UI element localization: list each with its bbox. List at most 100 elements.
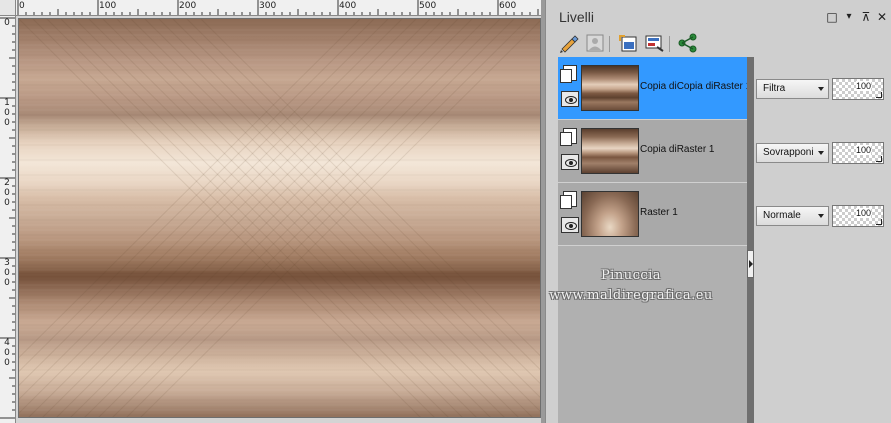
splitter-arrow-icon[interactable] — [747, 250, 754, 278]
toolbar-separator — [669, 36, 670, 52]
blend-mode-select[interactable]: Sovrapponi — [756, 143, 829, 163]
layer-name[interactable]: Raster 1 — [640, 207, 678, 218]
maximize-icon[interactable]: □ — [825, 10, 839, 24]
layer-thumbnail[interactable] — [581, 128, 639, 174]
ruler-left-label: 0 — [4, 18, 10, 28]
layer-name[interactable]: Copia diRaster 1 — [640, 144, 714, 155]
layer-icons — [560, 128, 579, 178]
dropdown-arrow-icon — [818, 151, 824, 155]
ruler-left-label: 0 — [4, 348, 10, 358]
artwork-streak — [130, 19, 533, 417]
ruler-corner — [0, 0, 16, 16]
watermark: Pinuccia www.maldiregrafica.eu — [536, 266, 726, 306]
watermark-line-2: www.maldiregrafica.eu — [549, 288, 713, 303]
blend-mode-select[interactable]: Normale — [756, 206, 829, 226]
layer-thumbnail[interactable] — [581, 65, 639, 111]
artwork-streak — [19, 19, 403, 400]
dropdown-arrow-icon — [818, 214, 824, 218]
ruler-top-label: 200 — [179, 1, 197, 11]
ruler-left-label: 0 — [4, 118, 10, 128]
layer-icons — [560, 65, 579, 115]
layer-row[interactable]: Copia diRaster 1 — [558, 120, 747, 183]
layer-row[interactable]: Copia diCopia diRaster 1 — [558, 57, 751, 120]
ruler-left-label: 1 — [4, 98, 10, 108]
ruler-top-label: 0 — [19, 1, 25, 11]
blend-mode-value: Sovrapponi — [763, 147, 814, 158]
artwork-streak — [98, 19, 501, 417]
artwork-streak — [32, 19, 435, 417]
layer-edit-icon[interactable] — [643, 33, 665, 53]
ruler-left-label: 0 — [4, 108, 10, 118]
pin-icon[interactable]: ⊼ — [859, 10, 873, 24]
ruler-vertical: 0 1 0 0 2 0 0 3 0 0 4 0 0 — [0, 16, 16, 423]
blend-mode-value: Normale — [763, 210, 801, 221]
layer-list: Copia diCopia diRaster 1 Copia diRaster … — [558, 57, 751, 423]
layer-group-icon[interactable] — [560, 128, 577, 146]
artwork-streak — [200, 19, 540, 357]
layer-icons — [560, 191, 579, 241]
resize-corner-icon — [876, 92, 882, 98]
image-canvas[interactable] — [18, 18, 541, 418]
artwork-streak — [158, 19, 540, 398]
paint-brush-icon[interactable] — [558, 33, 580, 53]
artwork-streak — [88, 19, 491, 417]
ruler-top-label: 500 — [419, 1, 437, 11]
panel-splitter[interactable] — [747, 57, 754, 423]
layer-name[interactable]: Copia diCopia diRaster 1 — [640, 81, 751, 92]
panel-menu-icon[interactable]: ▾ — [842, 10, 856, 24]
app-window: 0 100 200 300 400 500 600 0 1 0 0 2 0 0 … — [0, 0, 891, 423]
opacity-field[interactable]: 100 — [832, 205, 884, 227]
link-share-icon[interactable] — [677, 33, 699, 53]
opacity-field[interactable]: 100 — [832, 142, 884, 164]
panel-title-bar: Livelli □ ▾ ⊼ ✕ — [546, 0, 891, 30]
ruler-left-label: 0 — [4, 198, 10, 208]
ruler-left-label: 0 — [4, 358, 10, 368]
ruler-left-label: 0 — [4, 268, 10, 278]
layer-row[interactable]: Raster 1 — [558, 183, 747, 246]
opacity-field[interactable]: 100 — [832, 78, 884, 100]
resize-corner-icon — [876, 219, 882, 225]
artwork-streak — [172, 19, 540, 384]
layer-group-icon[interactable] — [560, 65, 577, 83]
layers-panel: Livelli □ ▾ ⊼ ✕ Copia diCopia diRaster 1… — [545, 0, 891, 423]
ruler-top-label: 400 — [339, 1, 357, 11]
ruler-horizontal-ticks — [17, 0, 539, 15]
layer-thumbnail[interactable] — [581, 191, 639, 237]
ruler-left-label: 3 — [4, 258, 10, 268]
visibility-eye-icon[interactable] — [561, 217, 579, 233]
canvas-area: 0 100 200 300 400 500 600 0 1 0 0 2 0 0 … — [0, 0, 541, 423]
close-icon[interactable]: ✕ — [875, 10, 889, 24]
artwork-diagonal-lines — [19, 19, 540, 417]
visibility-eye-icon[interactable] — [561, 91, 579, 107]
artwork-streak — [46, 19, 449, 417]
artwork-streak — [116, 19, 519, 417]
artwork-streak — [112, 19, 515, 417]
layer-group-icon[interactable] — [560, 191, 577, 209]
ruler-top-label: 300 — [259, 1, 277, 11]
artwork-streak — [28, 19, 431, 417]
artwork-streak — [186, 19, 540, 371]
artwork-streak — [19, 19, 375, 373]
artwork-streak — [102, 19, 505, 417]
artwork-streak — [126, 19, 529, 417]
opacity-value: 100 — [855, 145, 871, 155]
artwork-streak — [19, 19, 361, 359]
layer-properties-icon[interactable] — [617, 33, 639, 53]
artwork-streak — [70, 19, 473, 417]
mask-icon[interactable] — [584, 33, 606, 53]
opacity-value: 100 — [855, 208, 871, 218]
layers-toolbar — [546, 30, 891, 56]
artwork-streak — [56, 19, 459, 417]
artwork-streak — [19, 19, 421, 417]
ruler-top-label: 600 — [499, 1, 517, 11]
ruler-top-label: 100 — [99, 1, 117, 11]
ruler-left-label: 0 — [4, 188, 10, 198]
ruler-left-label: 0 — [4, 278, 10, 288]
dropdown-arrow-icon — [818, 87, 824, 91]
ruler-left-label: 4 — [4, 338, 10, 348]
watermark-line-1: Pinuccia — [600, 268, 662, 283]
blend-mode-select[interactable]: Filtra — [756, 79, 829, 99]
artwork-streak — [19, 19, 417, 414]
artwork-streak — [140, 20, 540, 417]
visibility-eye-icon[interactable] — [561, 154, 579, 170]
